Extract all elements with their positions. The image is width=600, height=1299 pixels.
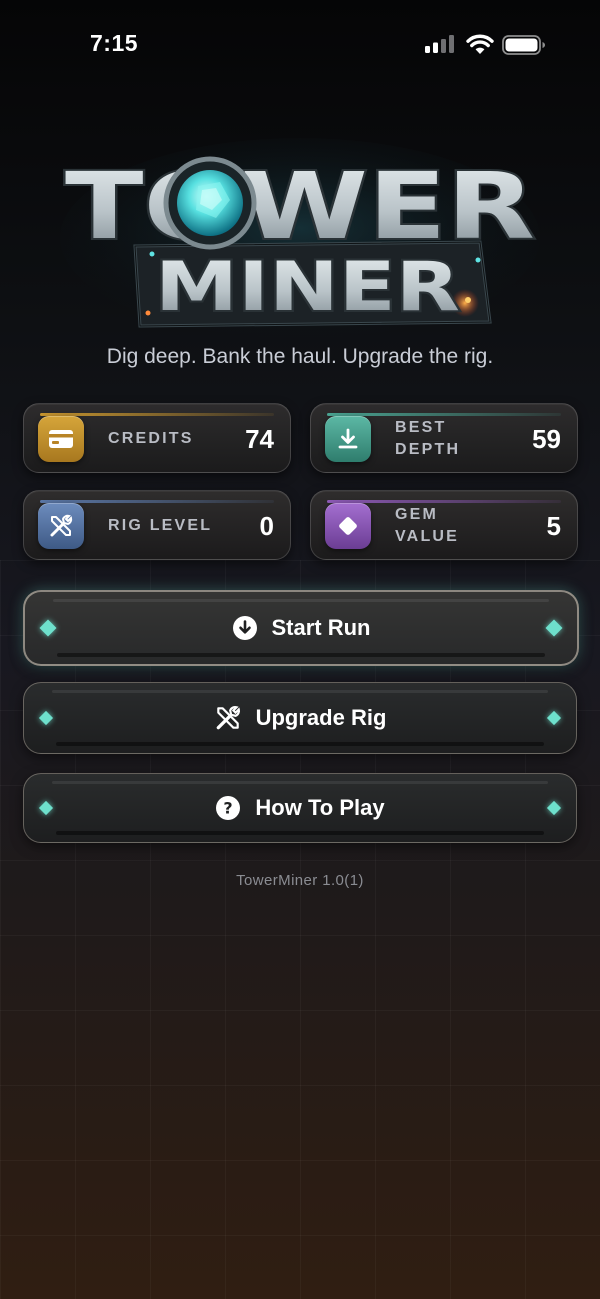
svg-text:?: ? [224, 799, 233, 818]
battery-icon [502, 35, 545, 55]
stat-label-line-2: VALUE [395, 528, 460, 545]
cellular-signal-icon [425, 35, 454, 53]
how-to-play-button[interactable]: ? How To Play [23, 773, 577, 843]
arrow-down-circle-icon [232, 616, 257, 640]
tower-miner-logo: TOWER MINER [60, 138, 540, 338]
download-icon [325, 416, 371, 462]
stat-label: RIG LEVEL [108, 517, 213, 534]
stat-value-rig-level: 0 [259, 511, 274, 541]
stat-value-credits: 74 [245, 424, 274, 454]
tagline: Dig deep. Bank the haul. Upgrade the rig… [106, 345, 494, 368]
logo-line-2: MINER [155, 248, 460, 327]
credit-card-icon [38, 416, 84, 462]
stat-card-credits: CREDITS 74 [23, 403, 291, 473]
diamond-icon [325, 503, 371, 549]
tools-icon [38, 503, 84, 549]
stat-card-gem-value: GEM VALUE 5 [310, 490, 578, 560]
how-to-play-label: How To Play [255, 795, 385, 820]
stat-card-best-depth: BEST DEPTH 59 [310, 403, 578, 473]
app-version: TowerMiner 1.0(1) [236, 872, 364, 889]
stat-label-line-2: DEPTH [395, 441, 461, 458]
question-circle-icon: ? [216, 796, 241, 820]
start-run-button[interactable]: Start Run [23, 590, 579, 666]
stat-label-line-1: GEM [395, 506, 439, 523]
tools-icon [216, 705, 240, 730]
stat-label: CREDITS [108, 430, 194, 447]
background-grid [0, 560, 600, 1299]
stat-value-best-depth: 59 [532, 424, 561, 454]
wifi-icon [466, 34, 494, 54]
status-time: 7:15 [90, 30, 139, 56]
stat-label-line-1: BEST [395, 419, 447, 436]
status-bar: 7:15 [0, 0, 600, 90]
stat-card-rig-level: RIG LEVEL 0 [23, 490, 291, 560]
start-run-label: Start Run [271, 615, 371, 640]
stat-value-gem-value: 5 [546, 511, 561, 541]
logo-letter-t: TOWER [65, 153, 535, 260]
upgrade-rig-button[interactable]: Upgrade Rig [23, 682, 577, 754]
upgrade-rig-label: Upgrade Rig [255, 705, 387, 730]
